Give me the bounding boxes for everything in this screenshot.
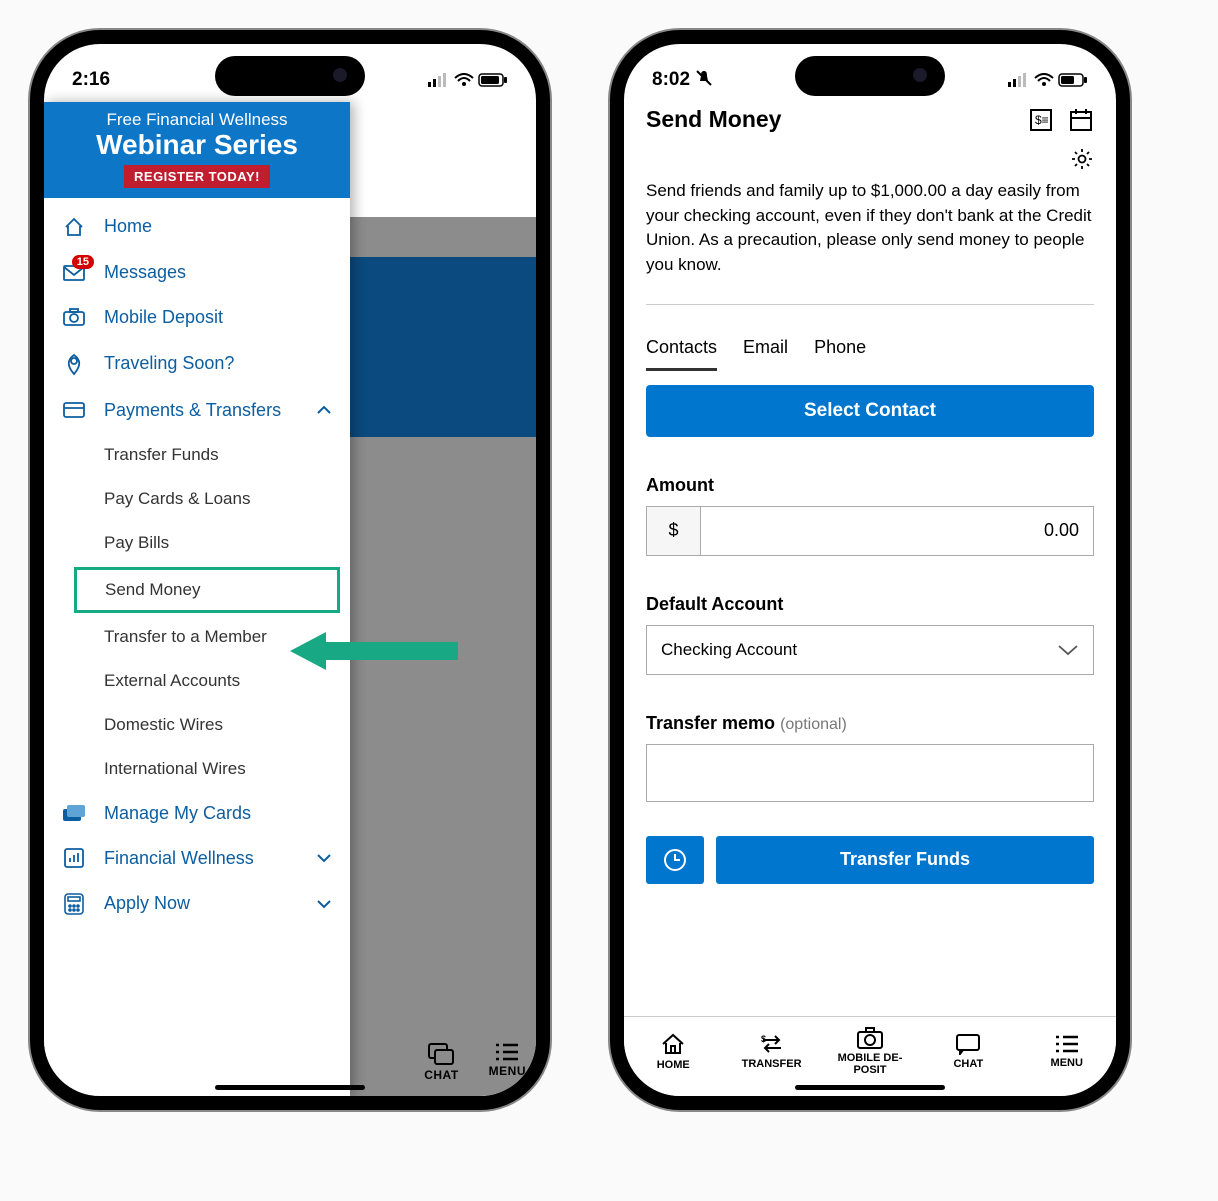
cards-icon: [62, 804, 86, 822]
battery-icon: [478, 73, 508, 87]
wifi-icon: [454, 73, 474, 87]
sidebar-item-label: Messages: [104, 262, 186, 283]
clock-icon: [662, 847, 688, 873]
camera-icon: [62, 308, 86, 326]
chat-icon: [427, 1042, 455, 1066]
promo-line2: Webinar Series: [50, 130, 344, 161]
chat-icon: [955, 1033, 981, 1055]
chevron-up-icon: [316, 405, 332, 415]
phone-notch: [795, 56, 945, 96]
subitem-intl-wires[interactable]: International Wires: [44, 747, 350, 791]
pin-icon: [62, 352, 86, 376]
tab-contacts[interactable]: Contacts: [646, 337, 717, 371]
amount-input-group: $: [646, 506, 1094, 556]
sidebar-item-label: Apply Now: [104, 893, 190, 914]
sidebar-menu: Free Financial Wellness Webinar Series R…: [44, 102, 350, 1096]
divider: [646, 304, 1094, 305]
tab-email[interactable]: Email: [743, 337, 788, 371]
sidebar-item-home[interactable]: Home: [44, 204, 350, 250]
account-select[interactable]: Checking Account: [646, 625, 1094, 675]
bottom-chat[interactable]: CHAT: [424, 1042, 458, 1082]
promo-line1: Free Financial Wellness: [50, 110, 344, 130]
phone-notch: [215, 56, 365, 96]
memo-label: Transfer memo (optional): [646, 713, 1094, 734]
subitem-domestic-wires[interactable]: Domestic Wires: [44, 703, 350, 747]
status-right: [1008, 73, 1088, 87]
card-icon: [62, 402, 86, 418]
subitem-transfer-funds[interactable]: Transfer Funds: [44, 433, 350, 477]
bottom-nav: HOME $ TRANSFER MOBILE DE- POSIT CHAT ME…: [624, 1016, 1116, 1096]
subitem-pay-bills[interactable]: Pay Bills: [44, 521, 350, 565]
nav-chat[interactable]: CHAT: [932, 1033, 1004, 1071]
schedule-button[interactable]: [646, 836, 704, 884]
page-title: Send Money: [646, 106, 781, 133]
sidebar-item-payments[interactable]: Payments & Transfers: [44, 388, 350, 433]
home-indicator[interactable]: [215, 1085, 365, 1090]
promo-banner[interactable]: Free Financial Wellness Webinar Series R…: [44, 102, 350, 198]
currency-symbol: $: [647, 507, 701, 555]
signal-icon: [1008, 73, 1030, 87]
bottom-bar-peek: CHAT MENU: [424, 1042, 526, 1082]
sidebar-item-wellness[interactable]: Financial Wellness: [44, 836, 350, 881]
messages-badge: 15: [72, 255, 94, 269]
chevron-down-icon: [316, 853, 332, 863]
sidebar-item-label: Home: [104, 216, 152, 237]
amount-label: Amount: [646, 475, 1094, 496]
menu-icon: [494, 1042, 520, 1062]
home-icon: [62, 216, 86, 238]
home-indicator[interactable]: [795, 1085, 945, 1090]
sidebar-item-label: Manage My Cards: [104, 803, 251, 824]
settings-icon[interactable]: [1070, 147, 1094, 171]
account-label: Default Account: [646, 594, 1094, 615]
contact-tabs: Contacts Email Phone: [646, 337, 1094, 371]
silent-icon: [695, 69, 713, 87]
nav-home[interactable]: HOME: [637, 1032, 709, 1072]
chevron-down-icon: [316, 899, 332, 909]
sidebar-item-apply[interactable]: Apply Now: [44, 881, 350, 927]
subitem-send-money[interactable]: Send Money: [74, 567, 340, 613]
sidebar-item-deposit[interactable]: Mobile Deposit: [44, 295, 350, 340]
transfer-funds-button[interactable]: Transfer Funds: [716, 836, 1094, 884]
sidebar-item-label: Mobile Deposit: [104, 307, 223, 328]
subitem-pay-cards[interactable]: Pay Cards & Loans: [44, 477, 350, 521]
amount-input[interactable]: [701, 507, 1093, 555]
bottom-menu[interactable]: MENU: [489, 1042, 526, 1082]
phone-right: 8:02 Send Money $≡ Send friends and fami…: [610, 30, 1130, 1110]
sidebar-item-label: Payments & Transfers: [104, 400, 281, 421]
status-time: 2:16: [72, 69, 110, 91]
phone-left: 2:16 Free Financial Wellness Webinar Ser…: [30, 30, 550, 1110]
sidebar-item-cards[interactable]: Manage My Cards: [44, 791, 350, 836]
calculator-icon: [62, 893, 86, 915]
svg-text:$≡: $≡: [1035, 113, 1049, 127]
battery-icon: [1058, 73, 1088, 87]
status-right: [428, 73, 508, 87]
select-contact-button[interactable]: Select Contact: [646, 385, 1094, 437]
sidebar-item-travel[interactable]: Traveling Soon?: [44, 340, 350, 388]
signal-icon: [428, 73, 450, 87]
promo-cta[interactable]: REGISTER TODAY!: [124, 165, 270, 188]
sidebar-item-messages[interactable]: 15 Messages: [44, 250, 350, 295]
camera-icon: [856, 1027, 884, 1049]
chart-icon: [62, 848, 86, 868]
intro-text: Send friends and family up to $1,000.00 …: [646, 179, 1094, 278]
sidebar-item-label: Financial Wellness: [104, 848, 254, 869]
svg-text:$: $: [761, 1034, 766, 1044]
nav-deposit[interactable]: MOBILE DE- POSIT: [834, 1027, 906, 1076]
nav-transfer[interactable]: $ TRANSFER: [736, 1033, 808, 1071]
memo-input[interactable]: [646, 744, 1094, 802]
transfer-icon: $: [759, 1033, 785, 1055]
home-icon: [660, 1032, 686, 1056]
wifi-icon: [1034, 73, 1054, 87]
account-value: Checking Account: [661, 640, 797, 660]
chevron-down-icon: [1057, 644, 1079, 656]
status-time: 8:02: [652, 69, 713, 91]
tab-phone[interactable]: Phone: [814, 337, 866, 371]
calendar-icon[interactable]: [1068, 107, 1094, 133]
receipt-icon[interactable]: $≡: [1028, 107, 1054, 133]
nav-menu[interactable]: MENU: [1031, 1034, 1103, 1070]
annotation-arrow: [290, 628, 460, 674]
envelope-icon: 15: [62, 263, 86, 281]
menu-icon: [1054, 1034, 1080, 1054]
sidebar-item-label: Traveling Soon?: [104, 353, 234, 374]
